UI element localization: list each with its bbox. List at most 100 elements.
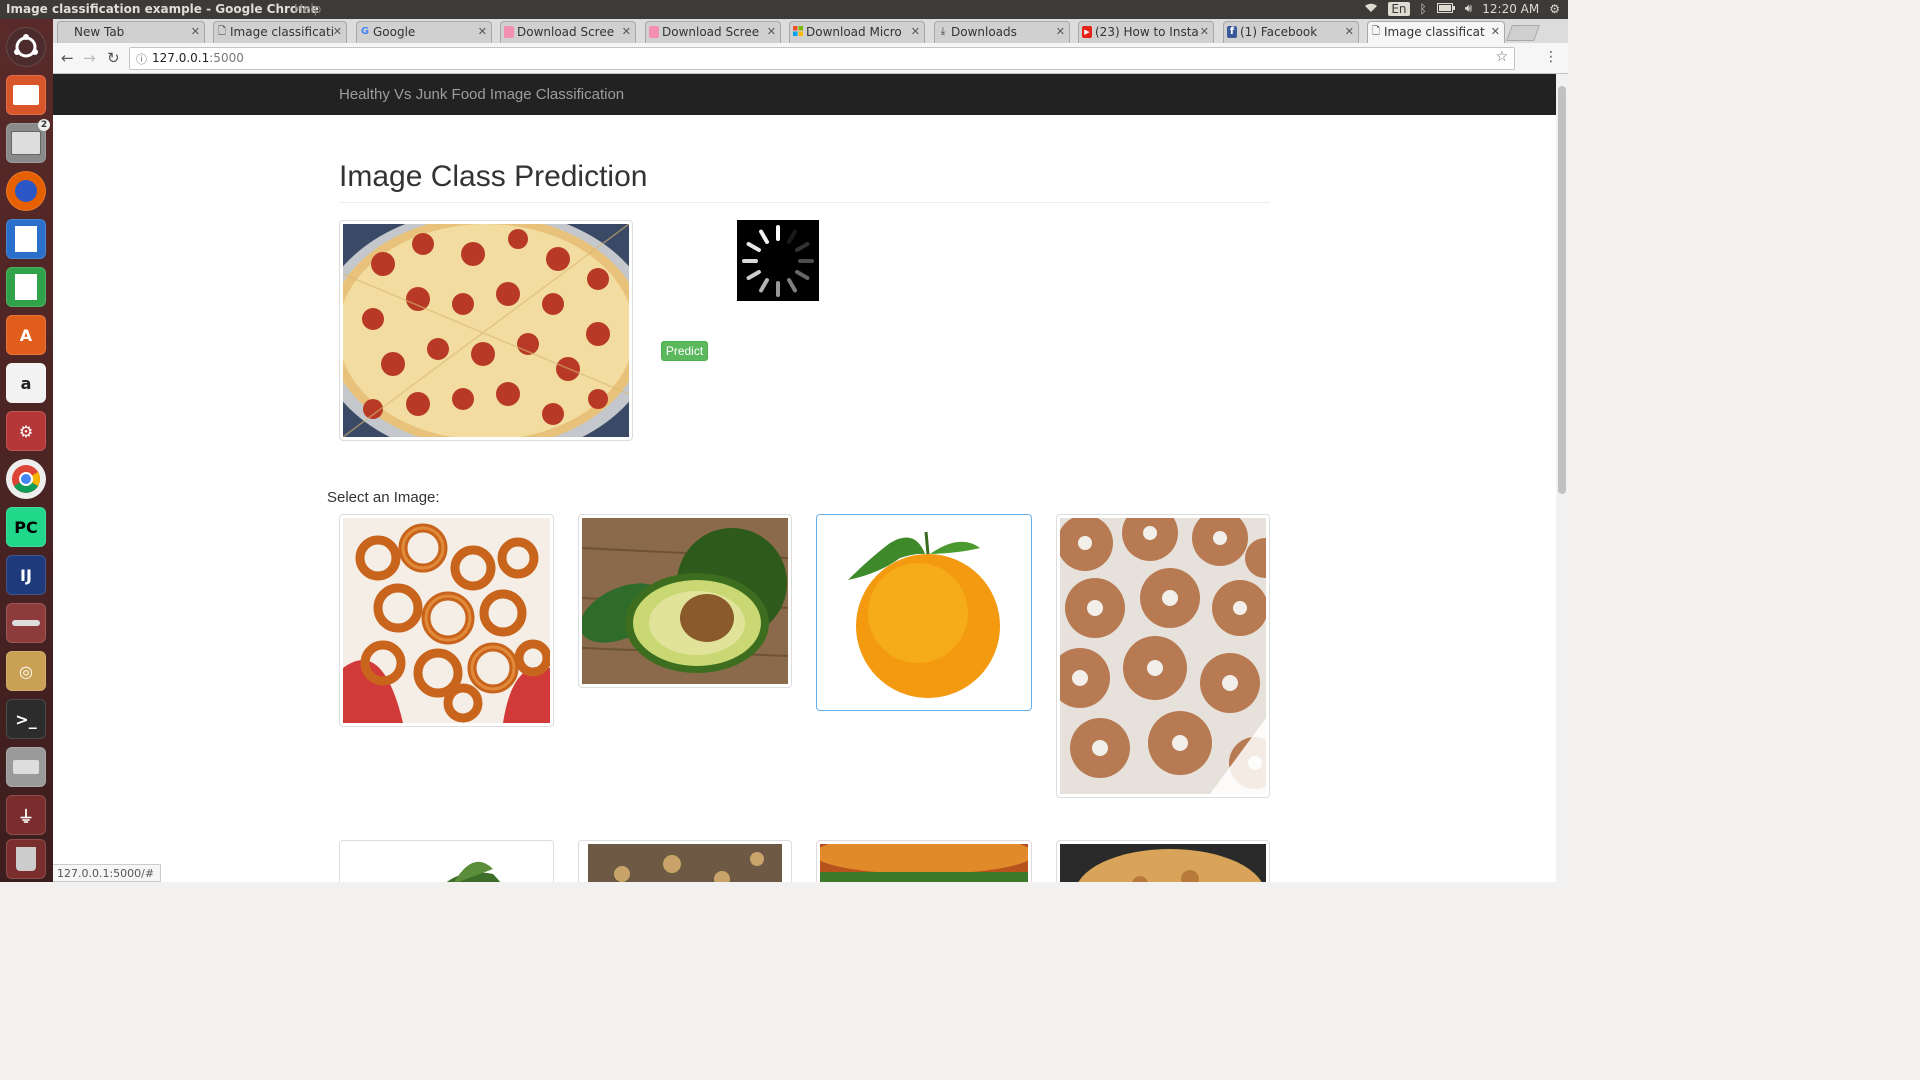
files-icon[interactable]: 2 — [6, 119, 50, 163]
close-icon[interactable]: ✕ — [1056, 25, 1065, 38]
software-center-icon[interactable]: A — [6, 315, 46, 355]
keyboard-layout-indicator[interactable]: En — [1388, 1, 1410, 16]
heading-divider — [339, 202, 1270, 203]
tab-label: (23) How to Insta — [1095, 25, 1199, 39]
tab-label: New Tab — [74, 25, 125, 39]
ubuntu-dash-icon[interactable] — [6, 27, 46, 67]
gallery-thumb-greens[interactable] — [339, 840, 554, 882]
battery-icon[interactable] — [1436, 2, 1455, 16]
writer-icon[interactable] — [6, 219, 46, 259]
status-bar-link: 127.0.0.1:5000/# — [53, 864, 162, 882]
close-icon[interactable]: ✕ — [911, 25, 920, 38]
drive-icon[interactable] — [6, 747, 46, 787]
tab-label: Image classificati — [230, 25, 335, 39]
tab-facebook[interactable]: f (1) Facebook ✕ — [1223, 21, 1359, 43]
granola-image — [582, 844, 788, 882]
donuts-image — [1060, 518, 1266, 794]
close-icon[interactable]: ✕ — [1200, 25, 1209, 38]
close-icon[interactable]: ✕ — [622, 25, 631, 38]
download-icon: ⤓ — [940, 26, 946, 37]
menu-help[interactable]: Help — [294, 2, 321, 16]
bluetooth-icon[interactable]: ᛒ — [1420, 2, 1427, 16]
disks-icon[interactable] — [6, 603, 46, 643]
tab-youtube[interactable]: ▶ (23) How to Insta ✕ — [1078, 21, 1214, 43]
forward-arrow-icon[interactable]: → — [83, 49, 96, 67]
trash-icon[interactable] — [6, 839, 46, 879]
tab-google[interactable]: G Google ✕ — [356, 21, 492, 43]
clock[interactable]: 12:20 AM — [1482, 2, 1539, 16]
scrollbar-thumb[interactable] — [1558, 86, 1566, 494]
image-viewer-icon[interactable]: ◎ — [6, 651, 46, 691]
bookmark-star-icon[interactable]: ☆ — [1495, 49, 1508, 65]
tab-downloads[interactable]: ⤓ Downloads ✕ — [934, 21, 1070, 43]
close-icon[interactable]: ✕ — [1345, 25, 1354, 38]
terminal-icon[interactable]: >_ — [6, 699, 46, 739]
address-bar[interactable]: ⓘ 127.0.0.1:5000 ☆ — [129, 47, 1515, 70]
navbar-brand[interactable]: Healthy Vs Junk Food Image Classificatio… — [339, 86, 624, 103]
close-icon[interactable]: ✕ — [767, 25, 776, 38]
gallery-thumb-burger[interactable] — [816, 840, 1032, 882]
power-gear-icon[interactable]: ⚙ — [1549, 2, 1560, 16]
gallery-thumb-avocado[interactable] — [578, 514, 792, 688]
tab-download-screen-1[interactable]: Download Scree ✕ — [500, 21, 636, 43]
window-title: Image classification example - Google Ch… — [6, 2, 319, 16]
google-icon: G — [360, 26, 370, 37]
address-url: 127.0.0.1:5000 — [152, 51, 244, 65]
download-page-icon — [649, 26, 659, 38]
tab-image-classification-active[interactable]: 🗋 Image classificat ✕ — [1367, 21, 1505, 43]
amazon-icon[interactable]: a — [6, 363, 46, 403]
system-top-panel: Image classification example - Google Ch… — [0, 0, 1568, 19]
loading-spinner-icon — [737, 220, 819, 301]
tab-label: (1) Facebook — [1240, 25, 1318, 39]
tab-label: Google — [373, 25, 416, 39]
predict-button[interactable]: Predict — [661, 341, 708, 361]
preview-image — [339, 220, 633, 441]
greens-image — [343, 844, 550, 882]
tab-label: Download Micro — [806, 25, 902, 39]
intellij-icon[interactable]: IJ — [6, 555, 46, 595]
close-icon[interactable]: ✕ — [1491, 25, 1500, 38]
tab-download-screen-2[interactable]: Download Scree ✕ — [645, 21, 781, 43]
page-title: Image Class Prediction — [339, 160, 648, 193]
tab-label: Download Scree — [662, 25, 760, 39]
close-icon[interactable]: ✕ — [191, 25, 200, 38]
baked-dish-image — [1060, 844, 1266, 882]
youtube-icon: ▶ — [1082, 26, 1092, 38]
reload-icon[interactable]: ↻ — [107, 49, 120, 67]
gallery-thumb-granola[interactable] — [578, 840, 792, 882]
microsoft-icon — [793, 26, 803, 38]
tab-label: Download Scree — [517, 25, 615, 39]
tab-download-microsoft[interactable]: Download Micro ✕ — [789, 21, 925, 43]
facebook-icon: f — [1227, 26, 1237, 38]
volume-icon[interactable]: 🔊︎ — [1465, 1, 1473, 16]
orange-image — [820, 518, 1028, 707]
tab-new-tab[interactable]: New Tab ✕ — [57, 21, 205, 43]
close-icon[interactable]: ✕ — [478, 25, 487, 38]
page-icon: 🗋 — [217, 26, 227, 37]
gallery-thumb-orange[interactable] — [816, 514, 1032, 711]
new-tab-button[interactable] — [1506, 25, 1540, 41]
pycharm-icon[interactable]: PC — [6, 507, 46, 547]
burger-image — [820, 844, 1028, 882]
select-image-label: Select an Image: — [327, 489, 440, 506]
settings-icon[interactable]: ⚙ — [6, 411, 46, 451]
browser-toolbar: ← → ↻ ⓘ 127.0.0.1:5000 ☆ ⋮ — [53, 43, 1568, 74]
info-icon[interactable]: ⓘ — [136, 51, 147, 67]
close-icon[interactable]: ✕ — [333, 25, 342, 38]
browser-menu-icon[interactable]: ⋮ — [1544, 49, 1558, 65]
browser-tab-strip: New Tab ✕ 🗋 Image classificati ✕ G Googl… — [53, 19, 1568, 43]
gallery-thumb-baked-dish[interactable] — [1056, 840, 1270, 882]
firefox-icon[interactable] — [6, 171, 46, 211]
gallery-thumb-donuts[interactable] — [1056, 514, 1270, 798]
wifi-icon[interactable] — [1364, 2, 1378, 16]
impress-icon[interactable] — [6, 75, 46, 115]
calc-icon[interactable] — [6, 267, 46, 307]
back-arrow-icon[interactable]: ← — [61, 49, 74, 67]
chrome-icon[interactable] — [6, 459, 46, 499]
web-page: Healthy Vs Junk Food Image Classificatio… — [53, 74, 1556, 882]
gallery-thumb-onion-rings[interactable] — [339, 514, 554, 727]
avocado-image — [582, 518, 788, 684]
tab-image-classification[interactable]: 🗋 Image classificati ✕ — [213, 21, 347, 43]
usb-drive-icon[interactable]: ⏚ — [6, 795, 46, 835]
navbar: Healthy Vs Junk Food Image Classificatio… — [53, 74, 1556, 115]
